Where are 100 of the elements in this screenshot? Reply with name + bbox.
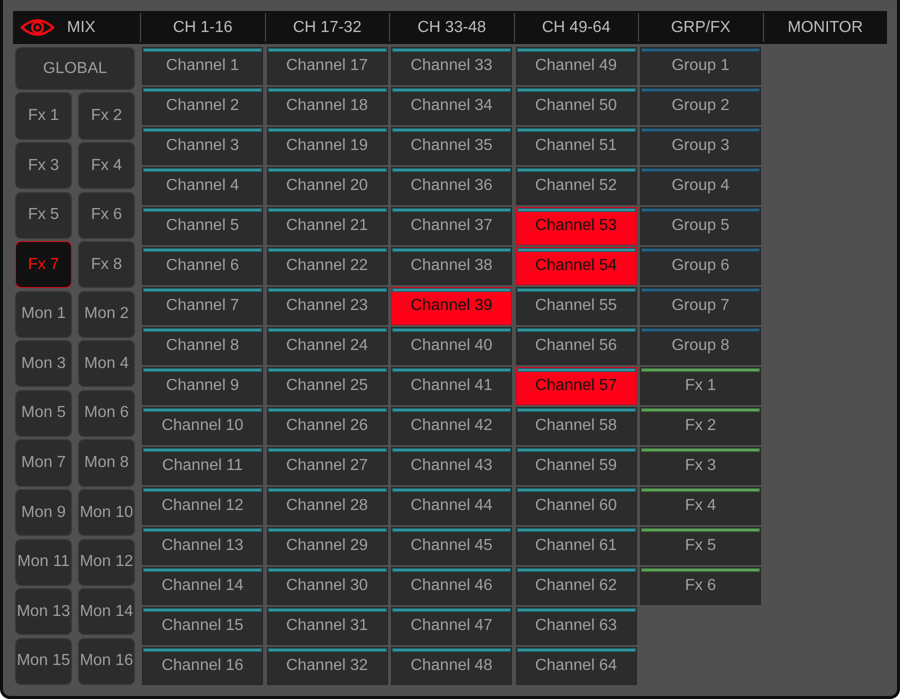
tab[interactable]: CH 49-64 (514, 13, 638, 42)
strip-button[interactable]: Channel 55 (516, 287, 636, 324)
mix-select-button[interactable]: Mon 3 (15, 340, 72, 388)
mix-select-button[interactable]: Mon 1 (15, 290, 72, 338)
strip-button[interactable]: Group 2 (640, 87, 761, 124)
strip-button[interactable]: Channel 41 (391, 367, 512, 404)
strip-button[interactable]: Channel 44 (391, 487, 512, 524)
strip-button[interactable]: Fx 3 (640, 447, 761, 484)
strip-button[interactable]: Channel 9 (142, 367, 263, 404)
mix-select-button[interactable]: Mon 5 (15, 390, 72, 438)
strip-button[interactable]: Fx 1 (640, 367, 761, 404)
strip-button[interactable]: Channel 32 (266, 647, 388, 684)
tab[interactable]: MIX (13, 13, 140, 42)
strip-button[interactable]: Channel 42 (391, 407, 512, 444)
strip-button[interactable]: Channel 10 (142, 407, 263, 444)
mix-select-button[interactable]: Fx 6 (78, 192, 135, 239)
tab[interactable]: CH 17-32 (264, 13, 389, 42)
strip-button[interactable]: Channel 5 (142, 207, 263, 244)
strip-button[interactable]: Group 5 (640, 207, 761, 244)
strip-button[interactable]: Channel 38 (391, 247, 512, 284)
mix-select-button[interactable]: Fx 2 (78, 92, 135, 140)
mix-select-button[interactable]: Mon 9 (15, 489, 72, 536)
strip-button[interactable]: Channel 45 (391, 527, 512, 564)
strip-button[interactable]: Channel 25 (266, 367, 388, 404)
mix-select-button[interactable]: Fx 7 (15, 241, 72, 288)
mix-select-button[interactable]: Mon 12 (78, 538, 135, 586)
strip-button[interactable]: Channel 21 (266, 207, 388, 244)
strip-button[interactable]: Channel 20 (266, 167, 388, 204)
strip-button[interactable]: Channel 18 (266, 87, 388, 124)
strip-button[interactable]: Channel 40 (391, 327, 512, 364)
strip-button[interactable]: Channel 36 (391, 167, 512, 204)
mix-select-button[interactable]: Fx 8 (78, 241, 135, 288)
strip-button[interactable]: Channel 49 (516, 47, 636, 84)
strip-button[interactable]: Channel 4 (142, 167, 263, 204)
mix-select-button[interactable]: Mon 8 (78, 439, 135, 487)
mix-select-button[interactable]: Mon 15 (15, 638, 72, 685)
strip-button[interactable]: Channel 35 (391, 127, 512, 164)
strip-button[interactable]: Fx 2 (640, 407, 761, 444)
strip-button[interactable]: Channel 29 (266, 527, 388, 564)
mix-select-button[interactable]: Mon 11 (15, 538, 72, 586)
strip-button[interactable]: Channel 56 (516, 327, 636, 364)
strip-button[interactable]: Channel 2 (142, 87, 263, 124)
mix-select-button[interactable]: Mon 2 (78, 290, 135, 338)
strip-button[interactable]: Channel 51 (516, 127, 636, 164)
tab[interactable]: CH 33-48 (389, 13, 514, 42)
strip-button[interactable]: Channel 39 (391, 287, 512, 324)
strip-button[interactable]: Channel 12 (142, 487, 263, 524)
strip-button[interactable]: Group 1 (640, 47, 761, 84)
strip-button[interactable]: Channel 23 (266, 287, 388, 324)
strip-button[interactable]: Channel 59 (516, 447, 636, 484)
strip-button[interactable]: Channel 22 (266, 247, 388, 284)
strip-button[interactable]: Channel 57 (516, 367, 636, 404)
strip-button[interactable]: Channel 47 (391, 607, 512, 644)
strip-button[interactable]: Channel 28 (266, 487, 388, 524)
mix-select-button[interactable]: Fx 4 (78, 142, 135, 190)
strip-button[interactable]: Channel 34 (391, 87, 512, 124)
strip-button[interactable]: Channel 13 (142, 527, 263, 564)
mix-select-button[interactable]: Mon 10 (78, 489, 135, 536)
strip-button[interactable]: Channel 30 (266, 567, 388, 604)
strip-button[interactable]: Channel 14 (142, 567, 263, 604)
strip-button[interactable]: Channel 64 (516, 647, 636, 684)
mix-select-button[interactable]: Mon 6 (78, 390, 135, 438)
strip-button[interactable]: Channel 60 (516, 487, 636, 524)
strip-button[interactable]: Channel 43 (391, 447, 512, 484)
strip-button[interactable]: Channel 17 (266, 47, 388, 84)
mix-select-button[interactable]: GLOBAL (15, 47, 135, 90)
mix-select-button[interactable]: Mon 4 (78, 340, 135, 388)
strip-button[interactable]: Channel 53 (516, 207, 636, 244)
mix-select-button[interactable]: Mon 16 (78, 638, 135, 685)
strip-button[interactable]: Channel 62 (516, 567, 636, 604)
tab[interactable]: CH 1-16 (140, 13, 264, 42)
strip-button[interactable]: Channel 52 (516, 167, 636, 204)
mix-select-button[interactable]: Mon 7 (15, 439, 72, 487)
strip-button[interactable]: Channel 3 (142, 127, 263, 164)
strip-button[interactable]: Group 7 (640, 287, 761, 324)
strip-button[interactable]: Channel 63 (516, 607, 636, 644)
strip-button[interactable]: Channel 46 (391, 567, 512, 604)
strip-button[interactable]: Channel 6 (142, 247, 263, 284)
strip-button[interactable]: Channel 61 (516, 527, 636, 564)
strip-button[interactable]: Channel 11 (142, 447, 263, 484)
strip-button[interactable]: Channel 19 (266, 127, 388, 164)
mix-select-button[interactable]: Fx 5 (15, 192, 72, 239)
strip-button[interactable]: Channel 26 (266, 407, 388, 444)
strip-button[interactable]: Channel 1 (142, 47, 263, 84)
strip-button[interactable]: Channel 37 (391, 207, 512, 244)
strip-button[interactable]: Channel 27 (266, 447, 388, 484)
strip-button[interactable]: Channel 33 (391, 47, 512, 84)
strip-button[interactable]: Fx 4 (640, 487, 761, 524)
strip-button[interactable]: Channel 54 (516, 247, 636, 284)
strip-button[interactable]: Channel 24 (266, 327, 388, 364)
strip-button[interactable]: Channel 50 (516, 87, 636, 124)
strip-button[interactable]: Channel 8 (142, 327, 263, 364)
strip-button[interactable]: Channel 58 (516, 407, 636, 444)
mix-select-button[interactable]: Mon 13 (15, 588, 72, 636)
strip-button[interactable]: Channel 16 (142, 647, 263, 684)
strip-button[interactable]: Channel 48 (391, 647, 512, 684)
strip-button[interactable]: Fx 6 (640, 567, 761, 604)
tab[interactable]: GRP/FX (638, 13, 762, 42)
strip-button[interactable]: Fx 5 (640, 527, 761, 564)
strip-button[interactable]: Channel 31 (266, 607, 388, 644)
